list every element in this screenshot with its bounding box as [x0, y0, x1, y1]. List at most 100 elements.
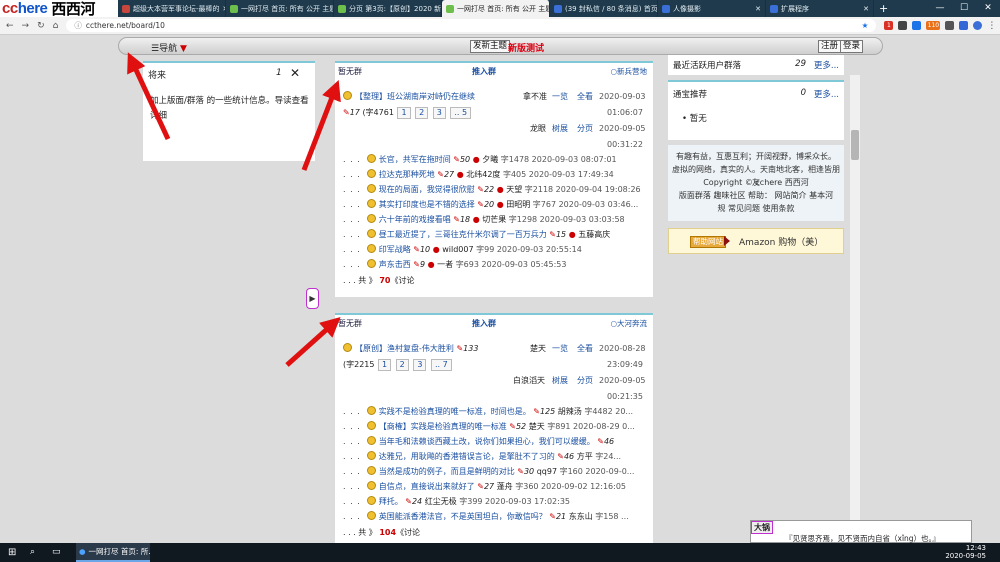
reply-author[interactable]: wild007: [442, 245, 473, 254]
reply-title[interactable]: 当然是成功的例子，而且是鲜明的对比: [379, 467, 515, 476]
reply-title[interactable]: 自信点，直接说出来就好了: [379, 482, 475, 491]
page-link[interactable]: 2: [395, 359, 409, 371]
browser-tab[interactable]: 扩展程序 ✕: [766, 0, 874, 17]
reply-title[interactable]: 【商榷】实践是检验真理的唯一标准: [379, 422, 507, 431]
avatar[interactable]: [973, 21, 983, 30]
home-icon[interactable]: ⌂: [53, 21, 59, 31]
page-link[interactable]: 3: [413, 359, 427, 371]
browser-tab[interactable]: 人像摄影 ✕: [658, 0, 766, 17]
last-author[interactable]: 白浪滔天: [513, 375, 545, 387]
reply-title[interactable]: 六十年前的戏搜看唱: [379, 215, 451, 224]
reply-title[interactable]: 达雅兄，用耿飚的香港错误言论，是擎肚不了习的: [379, 452, 555, 461]
thread-title[interactable]: 【整理】班公湖南岸对峙仍在继续: [355, 92, 475, 101]
browser-tab[interactable]: 超级大本营军事论坛-最棒的✕: [118, 0, 226, 17]
nav-menu[interactable]: ☰导航 ▼: [151, 41, 187, 54]
extension-icon[interactable]: [959, 21, 969, 30]
new-tab-button[interactable]: +: [874, 0, 893, 17]
reply-author[interactable]: qq97: [537, 467, 557, 476]
login-button[interactable]: 登录: [840, 40, 864, 53]
extension-icon[interactable]: 110: [926, 21, 941, 30]
full-view-link[interactable]: 全看: [577, 343, 593, 355]
scrollbar-thumb[interactable]: [851, 130, 859, 160]
page-link[interactable]: 1: [397, 107, 411, 119]
reply-title[interactable]: 昼工最近提了，三哥往克什米尔调了一百万兵力: [379, 230, 547, 239]
extension-icon[interactable]: 1: [884, 21, 894, 30]
reply-author[interactable]: 东东山: [569, 512, 593, 521]
url-field[interactable]: ⓘ ccthere.net/board/10 ★: [66, 19, 877, 32]
reply-title[interactable]: 英国能派香港法官，不是英国坦白，你敢信吗？: [379, 512, 547, 521]
browser-tab-active[interactable]: 一网打尽 首页: 所有 公开 主题✕: [442, 0, 550, 17]
task-view-icon[interactable]: ▭: [52, 547, 61, 557]
reply-title[interactable]: 实践不是检验真理的唯一标准，时间也是。: [379, 407, 531, 416]
extension-icon[interactable]: [912, 21, 922, 30]
recent-groups-more-link[interactable]: 更多...: [814, 59, 839, 71]
close-tab-icon[interactable]: ✕: [860, 5, 869, 13]
register-button[interactable]: 注册: [818, 40, 842, 53]
reply-title[interactable]: 当年毛和法赖谈西藏土改，说你们如果担心，我们可以缓缓。: [379, 437, 595, 446]
popup-title[interactable]: 大锅: [751, 521, 773, 534]
browser-tab[interactable]: 分页 第3页:【原创】2020 新✕: [334, 0, 442, 17]
menu-icon[interactable]: ⋮: [987, 21, 996, 31]
reply-title[interactable]: 长官，共军在拖时间: [379, 155, 451, 164]
clock[interactable]: 12:43 2020-09-05: [945, 544, 986, 560]
forward-icon[interactable]: →: [22, 21, 30, 31]
sidebar-toggle-icon[interactable]: ▶: [306, 288, 319, 309]
recommend-more-link[interactable]: 更多...: [814, 88, 839, 100]
reply-title[interactable]: 声东击西: [379, 260, 411, 269]
windows-start-icon[interactable]: ⊞: [8, 547, 16, 558]
page-link[interactable]: 1: [378, 359, 392, 371]
new-version-link[interactable]: 新版测试: [508, 41, 544, 54]
reply-title[interactable]: 印军战略: [379, 245, 411, 254]
footer-links[interactable]: 规 常见问题 使用条款: [672, 202, 840, 215]
reply-title[interactable]: 拜托。: [379, 497, 403, 506]
reply-author[interactable]: 天望: [506, 185, 522, 194]
reply-title[interactable]: 拉达克那种死地: [379, 170, 435, 179]
extension-icon[interactable]: [898, 21, 908, 30]
reply-author[interactable]: 方平: [577, 452, 593, 461]
browser-tab[interactable]: 一网打尽 首页: 所有 公开 主题✕: [226, 0, 334, 17]
reply-author[interactable]: 夕曦: [482, 155, 498, 164]
page-view-link[interactable]: 分页: [577, 123, 593, 135]
close-window-icon[interactable]: ✕: [976, 0, 1000, 17]
search-icon[interactable]: ⌕: [30, 547, 35, 557]
reply-author[interactable]: 切芒果: [482, 215, 506, 224]
reply-author[interactable]: 蓬舟: [497, 482, 513, 491]
board-name[interactable]: ○大河奔流: [610, 318, 647, 329]
reply-title[interactable]: 现在的局面，我觉得很欣慰: [379, 185, 475, 194]
thread-author[interactable]: 拿不准: [523, 91, 547, 103]
tree-view-link[interactable]: 树展: [552, 375, 568, 387]
page-view-link[interactable]: 分页: [577, 375, 593, 387]
full-view-link[interactable]: 全看: [577, 91, 593, 103]
browser-tab[interactable]: (39 封私信 / 80 条消息) 首页✕: [550, 0, 658, 17]
view-all-link[interactable]: 一览: [552, 343, 568, 355]
thread-title[interactable]: 【原创】渔村复盘-伟大胜利: [355, 344, 454, 353]
scrollbar[interactable]: [850, 75, 860, 543]
new-topic-button[interactable]: 发新主题: [470, 40, 511, 53]
reply-title[interactable]: 其实打印度也是不错的选择: [379, 200, 475, 209]
tree-view-link[interactable]: 树展: [552, 123, 568, 135]
reload-icon[interactable]: ↻: [37, 21, 45, 31]
maximize-icon[interactable]: ☐: [952, 0, 976, 17]
view-all-link[interactable]: 一览: [552, 91, 568, 103]
close-icon[interactable]: ✕: [290, 66, 300, 80]
thread-author[interactable]: 楚天: [530, 343, 546, 355]
page-link[interactable]: 3: [432, 107, 446, 119]
board-name[interactable]: ○新兵营地: [610, 66, 647, 77]
amazon-link[interactable]: Amazon 购物（美）: [739, 235, 823, 248]
reply-author[interactable]: 北纬42度: [466, 170, 500, 179]
footer-links[interactable]: 版面群落 趣味社区 帮助： 网站简介 基本河: [672, 189, 840, 202]
taskbar-browser-item[interactable]: ● 一网打尽 首页: 所...: [76, 543, 150, 562]
reply-author[interactable]: 一者: [437, 260, 453, 269]
page-link[interactable]: 2: [415, 107, 429, 119]
reply-author[interactable]: 红尘无极: [425, 497, 457, 506]
page-link[interactable]: .. 7: [430, 359, 452, 371]
close-tab-icon[interactable]: ✕: [752, 5, 761, 13]
page-link[interactable]: .. 5: [450, 107, 472, 119]
reply-author[interactable]: 田昭明: [506, 200, 530, 209]
reply-author[interactable]: 胡辣汤: [558, 407, 582, 416]
push-group-link[interactable]: 推入群: [472, 66, 496, 77]
reply-author[interactable]: 楚天: [529, 422, 545, 431]
extension-icon[interactable]: [945, 21, 955, 30]
push-group-link[interactable]: 推入群: [472, 318, 496, 329]
bookmark-star-icon[interactable]: ★: [862, 21, 869, 30]
